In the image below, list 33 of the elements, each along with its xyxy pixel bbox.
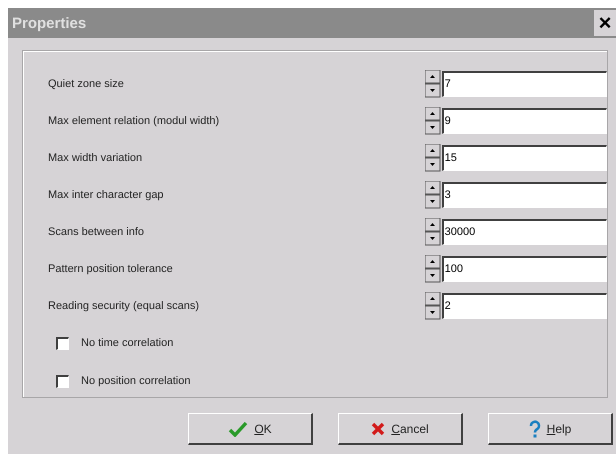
ok-button[interactable]: OK bbox=[188, 413, 313, 445]
window-title: Properties bbox=[12, 14, 86, 32]
cancel-button[interactable]: Cancel bbox=[338, 413, 463, 445]
spin-buttons[interactable] bbox=[424, 218, 441, 246]
input-field[interactable]: 2 bbox=[442, 292, 607, 318]
help-icon bbox=[528, 420, 541, 438]
field-label: Max width variation bbox=[48, 152, 144, 164]
spin-buttons[interactable] bbox=[424, 144, 441, 172]
field-label: Scans between info bbox=[48, 226, 146, 238]
input-field[interactable]: 7 bbox=[442, 70, 607, 96]
spin-buttons[interactable] bbox=[424, 254, 441, 282]
check-icon bbox=[228, 420, 248, 436]
input-field[interactable]: 3 bbox=[442, 182, 607, 208]
field-label: Pattern position tolerance bbox=[48, 262, 174, 274]
field-label: Quiet zone size bbox=[48, 78, 125, 90]
spin-buttons[interactable] bbox=[424, 180, 441, 208]
input-field[interactable]: 100 bbox=[442, 256, 607, 282]
checkbox-label: No time correlation bbox=[81, 337, 174, 349]
input-field[interactable]: 30000 bbox=[442, 218, 607, 244]
close-icon bbox=[371, 422, 386, 436]
field-label: Max inter character gap bbox=[48, 188, 165, 200]
spin-buttons[interactable] bbox=[424, 292, 441, 320]
spin-buttons[interactable] bbox=[424, 106, 441, 134]
help-button[interactable]: Help bbox=[488, 413, 613, 445]
checkbox[interactable] bbox=[56, 374, 69, 388]
input-field[interactable]: 15 bbox=[442, 144, 607, 170]
field-label: Max element relation (modul width) bbox=[48, 114, 220, 126]
spin-buttons[interactable] bbox=[424, 70, 441, 98]
field-label: Reading security (equal scans) bbox=[48, 300, 200, 312]
close-button[interactable]: × bbox=[594, 10, 616, 36]
checkbox-label: No position correlation bbox=[81, 375, 190, 387]
input-field[interactable]: 9 bbox=[442, 108, 607, 134]
checkbox[interactable] bbox=[56, 336, 69, 350]
